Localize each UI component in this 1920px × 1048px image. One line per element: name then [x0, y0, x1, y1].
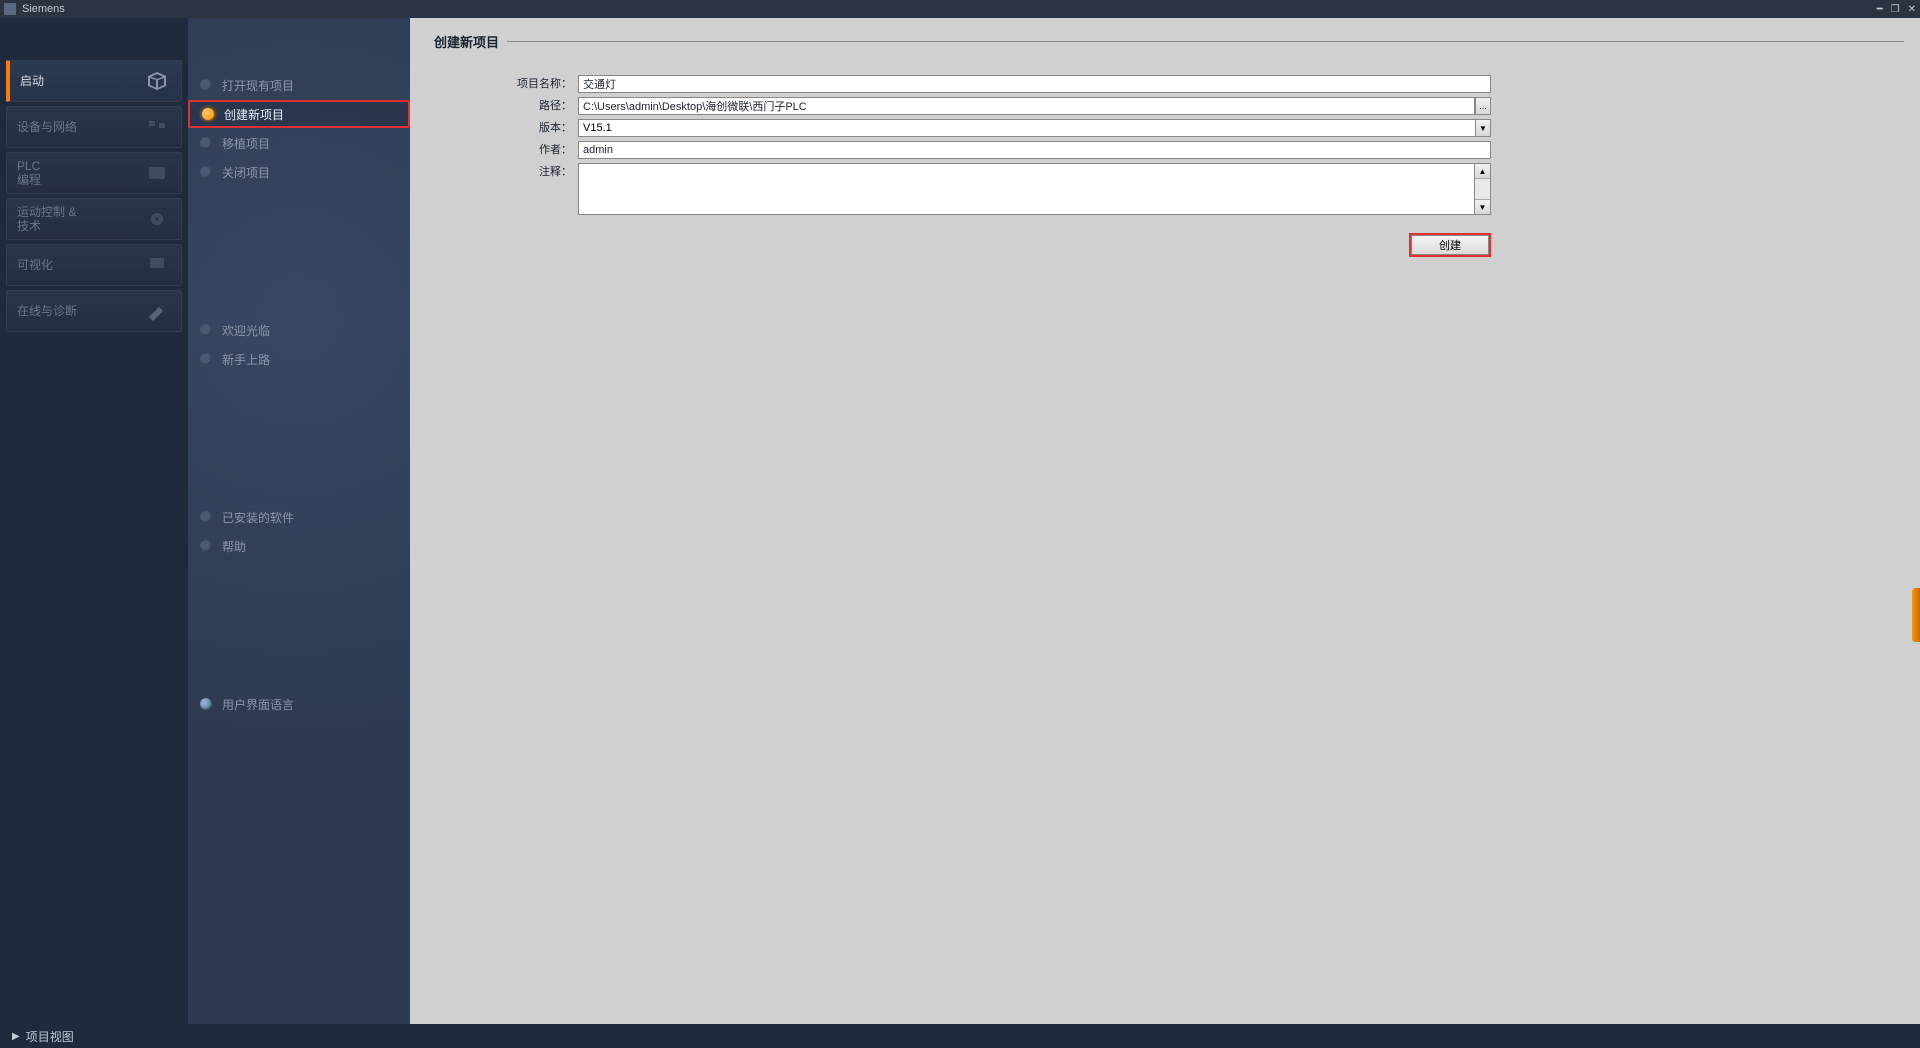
bullet-icon — [200, 166, 212, 178]
sub-welcome-label: 欢迎光临 — [222, 322, 270, 339]
path-input[interactable] — [578, 97, 1475, 115]
comment-textarea[interactable] — [578, 163, 1475, 215]
cube-icon — [143, 69, 171, 93]
title-divider — [507, 41, 1904, 42]
nav-motion[interactable]: 运动控制 & 技术 — [6, 198, 182, 240]
nav-plc-label: PLC 编程 — [17, 159, 143, 188]
sub-open-project[interactable]: 打开现有项目 — [188, 71, 410, 99]
scroll-down-icon[interactable]: ▼ — [1475, 199, 1490, 214]
minimize-button[interactable]: ━ — [1877, 4, 1883, 15]
sub-installed[interactable]: 已安装的软件 — [188, 503, 410, 531]
scroll-up-icon[interactable]: ▲ — [1475, 164, 1490, 179]
bullet-icon — [200, 137, 212, 149]
bullet-icon — [200, 353, 212, 365]
sub-create-label: 创建新项目 — [224, 106, 284, 123]
nav-plc[interactable]: PLC 编程 — [6, 152, 182, 194]
sub-migrate-label: 移植项目 — [222, 135, 270, 152]
content-title-row: 创建新项目 — [434, 32, 1904, 51]
screen-icon — [143, 253, 171, 277]
bullet-icon — [200, 324, 212, 336]
create-button[interactable]: 创建 — [1411, 235, 1489, 255]
nav-visual-label: 可视化 — [17, 258, 143, 272]
sub-help-label: 帮助 — [222, 538, 246, 555]
sub-welcome[interactable]: 欢迎光临 — [188, 316, 410, 344]
titlebar: Siemens ━ ❐ ✕ — [0, 0, 1920, 18]
project-name-input[interactable] — [578, 75, 1491, 93]
create-form: 项目名称： 路径： ... 版本： ▼ — [434, 75, 1904, 255]
path-browse-button[interactable]: ... — [1475, 97, 1491, 115]
arrow-right-icon: ▶ — [12, 1031, 20, 1042]
version-select[interactable] — [578, 119, 1491, 137]
bottom-bar: ▶ 项目视图 — [0, 1024, 1920, 1048]
sub-language[interactable]: 用户界面语言 — [188, 690, 410, 718]
comment-label: 注释： — [434, 163, 578, 181]
maximize-button[interactable]: ❐ — [1891, 4, 1900, 15]
window-controls: ━ ❐ ✕ — [1877, 4, 1916, 15]
sub-language-label: 用户界面语言 — [222, 696, 294, 713]
sub-close-label: 关闭项目 — [222, 164, 270, 181]
project-view-link[interactable]: 项目视图 — [26, 1028, 74, 1045]
author-label: 作者： — [434, 141, 578, 159]
sub-help[interactable]: 帮助 — [188, 532, 410, 560]
nav-motion-label: 运动控制 & 技术 — [17, 205, 143, 234]
sub-close-project[interactable]: 关闭项目 — [188, 158, 410, 186]
app-name: Siemens — [22, 3, 65, 15]
gear-icon — [143, 207, 171, 231]
nav-visual[interactable]: 可视化 — [6, 244, 182, 286]
textarea-scrollbar[interactable]: ▲ ▼ — [1475, 163, 1491, 215]
wrench-icon — [143, 299, 171, 323]
close-button[interactable]: ✕ — [1908, 4, 1916, 15]
left-nav: 启动 设备与网络 PLC 编程 运动控制 & 技术 可视化 在线与诊断 — [0, 18, 188, 1024]
content-title: 创建新项目 — [434, 32, 499, 51]
right-accent-handle[interactable] — [1912, 588, 1920, 642]
nav-online-label: 在线与诊断 — [17, 304, 143, 318]
sub-panel: 打开现有项目 创建新项目 移植项目 关闭项目 欢迎光临 新手上路 — [188, 18, 410, 1024]
devices-icon — [143, 115, 171, 139]
path-label: 路径： — [434, 97, 578, 115]
version-label: 版本： — [434, 119, 578, 137]
bullet-icon — [202, 108, 214, 120]
bullet-icon — [200, 79, 212, 91]
globe-icon — [200, 698, 212, 710]
sub-firststeps[interactable]: 新手上路 — [188, 345, 410, 373]
nav-start[interactable]: 启动 — [6, 60, 182, 102]
author-input[interactable] — [578, 141, 1491, 159]
bullet-icon — [200, 540, 212, 552]
nav-devices-label: 设备与网络 — [17, 120, 143, 134]
project-name-label: 项目名称： — [434, 75, 578, 93]
content-panel: 创建新项目 项目名称： 路径： ... 版本： — [410, 18, 1920, 1024]
nav-devices[interactable]: 设备与网络 — [6, 106, 182, 148]
sub-open-label: 打开现有项目 — [222, 77, 294, 94]
app-icon — [4, 3, 16, 15]
sub-create-project[interactable]: 创建新项目 — [188, 100, 410, 128]
sub-migrate-project[interactable]: 移植项目 — [188, 129, 410, 157]
nav-online[interactable]: 在线与诊断 — [6, 290, 182, 332]
sub-installed-label: 已安装的软件 — [222, 509, 294, 526]
bullet-icon — [200, 511, 212, 523]
plc-icon — [143, 161, 171, 185]
nav-start-label: 启动 — [20, 74, 143, 88]
sub-firststeps-label: 新手上路 — [222, 351, 270, 368]
